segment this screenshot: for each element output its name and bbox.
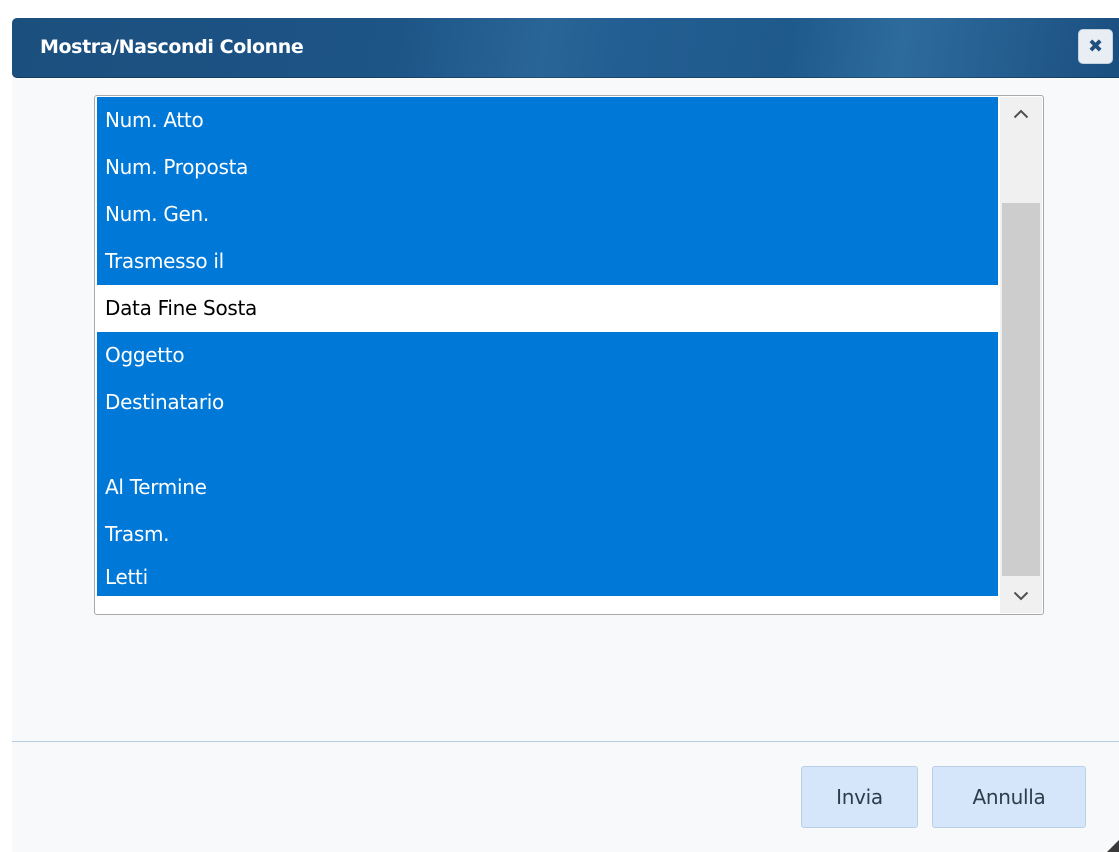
list-item-data-fine-sosta[interactable]: Data Fine Sosta (97, 285, 998, 332)
list-item-al-termine[interactable]: Al Termine (97, 464, 998, 511)
list-item-num-gen[interactable]: Num. Gen. (97, 191, 998, 238)
columns-list: Num. Atto Num. Proposta Num. Gen. Trasme… (97, 97, 998, 596)
show-hide-columns-dialog: Mostra/Nascondi Colonne ✖ Num. Atto Num.… (12, 18, 1119, 852)
footer-divider (12, 741, 1119, 742)
scroll-down-button[interactable] (1000, 579, 1042, 613)
list-item-num-proposta[interactable]: Num. Proposta (97, 144, 998, 191)
columns-listbox[interactable]: Num. Atto Num. Proposta Num. Gen. Trasme… (94, 95, 1044, 615)
close-button[interactable]: ✖ (1078, 29, 1113, 64)
submit-button[interactable]: Invia (801, 766, 918, 828)
list-item-num-atto[interactable]: Num. Atto (97, 97, 998, 144)
listbox-scrollbar[interactable] (1000, 97, 1042, 613)
dialog-title: Mostra/Nascondi Colonne (40, 36, 304, 58)
list-item-letti[interactable]: Letti (97, 558, 998, 596)
list-item-oggetto[interactable]: Oggetto (97, 332, 998, 379)
scrollbar-thumb[interactable] (1002, 203, 1040, 576)
scroll-up-button[interactable] (1000, 97, 1042, 131)
list-item-blank[interactable] (97, 426, 998, 464)
list-item-destinatario[interactable]: Destinatario (97, 379, 998, 426)
chevron-down-icon (1013, 591, 1029, 601)
resize-handle[interactable] (1107, 840, 1119, 852)
close-x-icon: ✖ (1087, 36, 1104, 57)
cancel-button[interactable]: Annulla (932, 766, 1086, 828)
list-item-trasm[interactable]: Trasm. (97, 511, 998, 558)
chevron-up-icon (1013, 109, 1029, 119)
list-item-trasmesso-il[interactable]: Trasmesso il (97, 238, 998, 285)
dialog-titlebar[interactable]: Mostra/Nascondi Colonne ✖ (12, 18, 1119, 78)
